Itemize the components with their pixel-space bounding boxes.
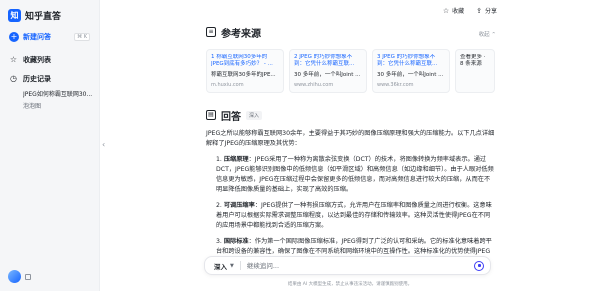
chevron-down-icon: ▼: [230, 262, 234, 269]
answer-body: JPEG之所以能够称霸互联网30余年，主要得益于其巧妙的图像压缩原理和强大的压缩…: [206, 129, 496, 267]
collapse-sidebar-icon[interactable]: [25, 274, 31, 280]
mode-badge: 深入: [246, 110, 263, 120]
top-actions: ☆ 收藏 ⇪ 分享: [442, 6, 497, 16]
answer-title: 回答: [221, 111, 241, 123]
reference-snippet: 称霸互联网30多年的JPE...: [211, 72, 276, 78]
disclaimer: 结果由 AI 大模型生成，禁止从事违法活动，请谨慎甄别使用。: [287, 282, 413, 287]
more-references-label: 查看更多 · 8 条来源: [460, 54, 486, 67]
history-item[interactable]: JPEG如何称霸互联网30...: [23, 89, 95, 98]
mode-label: 深入: [214, 262, 227, 271]
share-icon: ⇪: [476, 6, 482, 15]
point-body: ：JPEG提供了一种有损压缩方式，允许用户在压缩率和图像质量之间进行权衡。这意味…: [216, 202, 492, 229]
stop-icon: [477, 264, 481, 267]
sidebar-item-label: 历史记录: [23, 74, 51, 83]
reference-card[interactable]: 1 称霸互联网30多年的JPEG到底有多巧妙？ - ... 称霸互联网30多年的…: [206, 49, 284, 93]
reference-title: 2 JPEG 的巧妙你想象不到：它凭什么称霸互联...: [294, 54, 355, 67]
point-number: 3.: [216, 238, 222, 245]
answer-point: 2. 可调压缩率：JPEG提供了一种有损压缩方式，允许用户在压缩率和图像质量之间…: [212, 201, 496, 231]
answer-point: 1. 压缩原理：JPEG采用了一种称为离散余弦变换（DCT）的技术，将图像转换为…: [212, 155, 496, 195]
new-question-button[interactable]: + 新建问答 ⌘ K: [5, 30, 93, 44]
star-icon: ☆: [9, 55, 18, 64]
point-number: 1.: [216, 156, 222, 163]
star-icon: ☆: [442, 6, 450, 15]
answer-header: ▤ 回答 深入: [206, 107, 496, 123]
point-number: 2.: [216, 202, 222, 209]
collapse-references-button[interactable]: 收起 ⌃: [479, 30, 496, 38]
sidebar-item-label: 收藏列表: [23, 55, 51, 64]
follow-up-input[interactable]: [246, 261, 474, 270]
reference-list: 1 称霸互联网30多年的JPEG到底有多巧妙？ - ... 称霸互联网30多年的…: [206, 49, 496, 93]
more-references-card[interactable]: 查看更多 · 8 条来源: [455, 49, 495, 93]
sidebar-item-history[interactable]: ◷ 历史记录: [5, 71, 93, 86]
references-header: ≡ 参考来源: [206, 24, 496, 40]
mode-select[interactable]: 深入 ▼: [205, 261, 234, 271]
favorite-button[interactable]: ☆ 收藏: [442, 6, 465, 16]
references-title: 参考来源: [221, 28, 261, 40]
sidebar: 知 知乎直答 + 新建问答 ⌘ K ☆ 收藏列表 ◷ 历史记录 JPEG如何称霸…: [0, 0, 100, 291]
reference-source: m.huxiu.com: [211, 82, 244, 88]
share-label: 分享: [484, 8, 497, 15]
point-heading: 压缩原理: [223, 156, 249, 163]
reference-snippet: 30 多年前，一个叫Joint ...: [294, 72, 361, 78]
send-button[interactable]: [474, 260, 484, 271]
answer-points: 1. 压缩原理：JPEG采用了一种称为离散余弦变换（DCT）的技术，将图像转换为…: [206, 155, 496, 267]
reference-card[interactable]: 3 JPEG 的巧妙你想象不到：它凭什么称霸互联... 30 多年前，一个叫Jo…: [372, 49, 450, 93]
reference-snippet: 30 多年前，一个叫Joint ...: [377, 72, 444, 78]
clock-icon: ◷: [10, 74, 17, 83]
plus-icon: +: [9, 32, 19, 42]
app-logo[interactable]: 知 知乎直答: [8, 9, 61, 22]
divider: [239, 261, 241, 270]
answer-intro: JPEG之所以能够称霸互联网30余年，主要得益于其巧妙的图像压缩原理和强大的压缩…: [206, 130, 495, 147]
follow-up-bar: 深入 ▼: [204, 256, 491, 275]
favorite-label: 收藏: [452, 8, 465, 15]
logo-icon: 知: [8, 9, 21, 22]
shortcut-hint: ⌘ K: [74, 33, 90, 41]
book-icon: ≡: [206, 27, 216, 37]
reference-card[interactable]: 2 JPEG 的巧妙你想象不到：它凭什么称霸互联... 30 多年前，一个叫Jo…: [289, 49, 367, 93]
reference-source: www.zhihu.com: [294, 82, 334, 88]
share-button[interactable]: ⇪ 分享: [476, 6, 497, 16]
reference-title: 3 JPEG 的巧妙你想象不到：它凭什么称霸互联...: [377, 54, 438, 67]
point-heading: 可调压缩率: [223, 202, 255, 209]
collapse-label: 收起: [478, 32, 490, 38]
point-body: ：JPEG采用了一种称为离散余弦变换（DCT）的技术，将图像转换为频率域表示。通…: [216, 156, 494, 193]
reference-source: www.36kr.com: [377, 82, 414, 88]
answer-panel: ≡ 参考来源 收起 ⌃ 1 称霸互联网30多年的JPEG到底有多巧妙？ - ..…: [206, 24, 496, 273]
point-heading: 国际标准: [223, 238, 249, 245]
answer-icon: ▤: [206, 110, 216, 120]
chevron-left-icon[interactable]: ‹: [102, 140, 105, 149]
new-question-label: 新建问答: [23, 33, 51, 41]
logo-text: 知乎直答: [25, 12, 62, 22]
reference-title: 1 称霸互联网30多年的JPEG到底有多巧妙？ - ...: [211, 54, 273, 67]
history-item[interactable]: 泡泡图: [23, 101, 95, 110]
sidebar-item-favorites[interactable]: ☆ 收藏列表: [5, 52, 93, 67]
